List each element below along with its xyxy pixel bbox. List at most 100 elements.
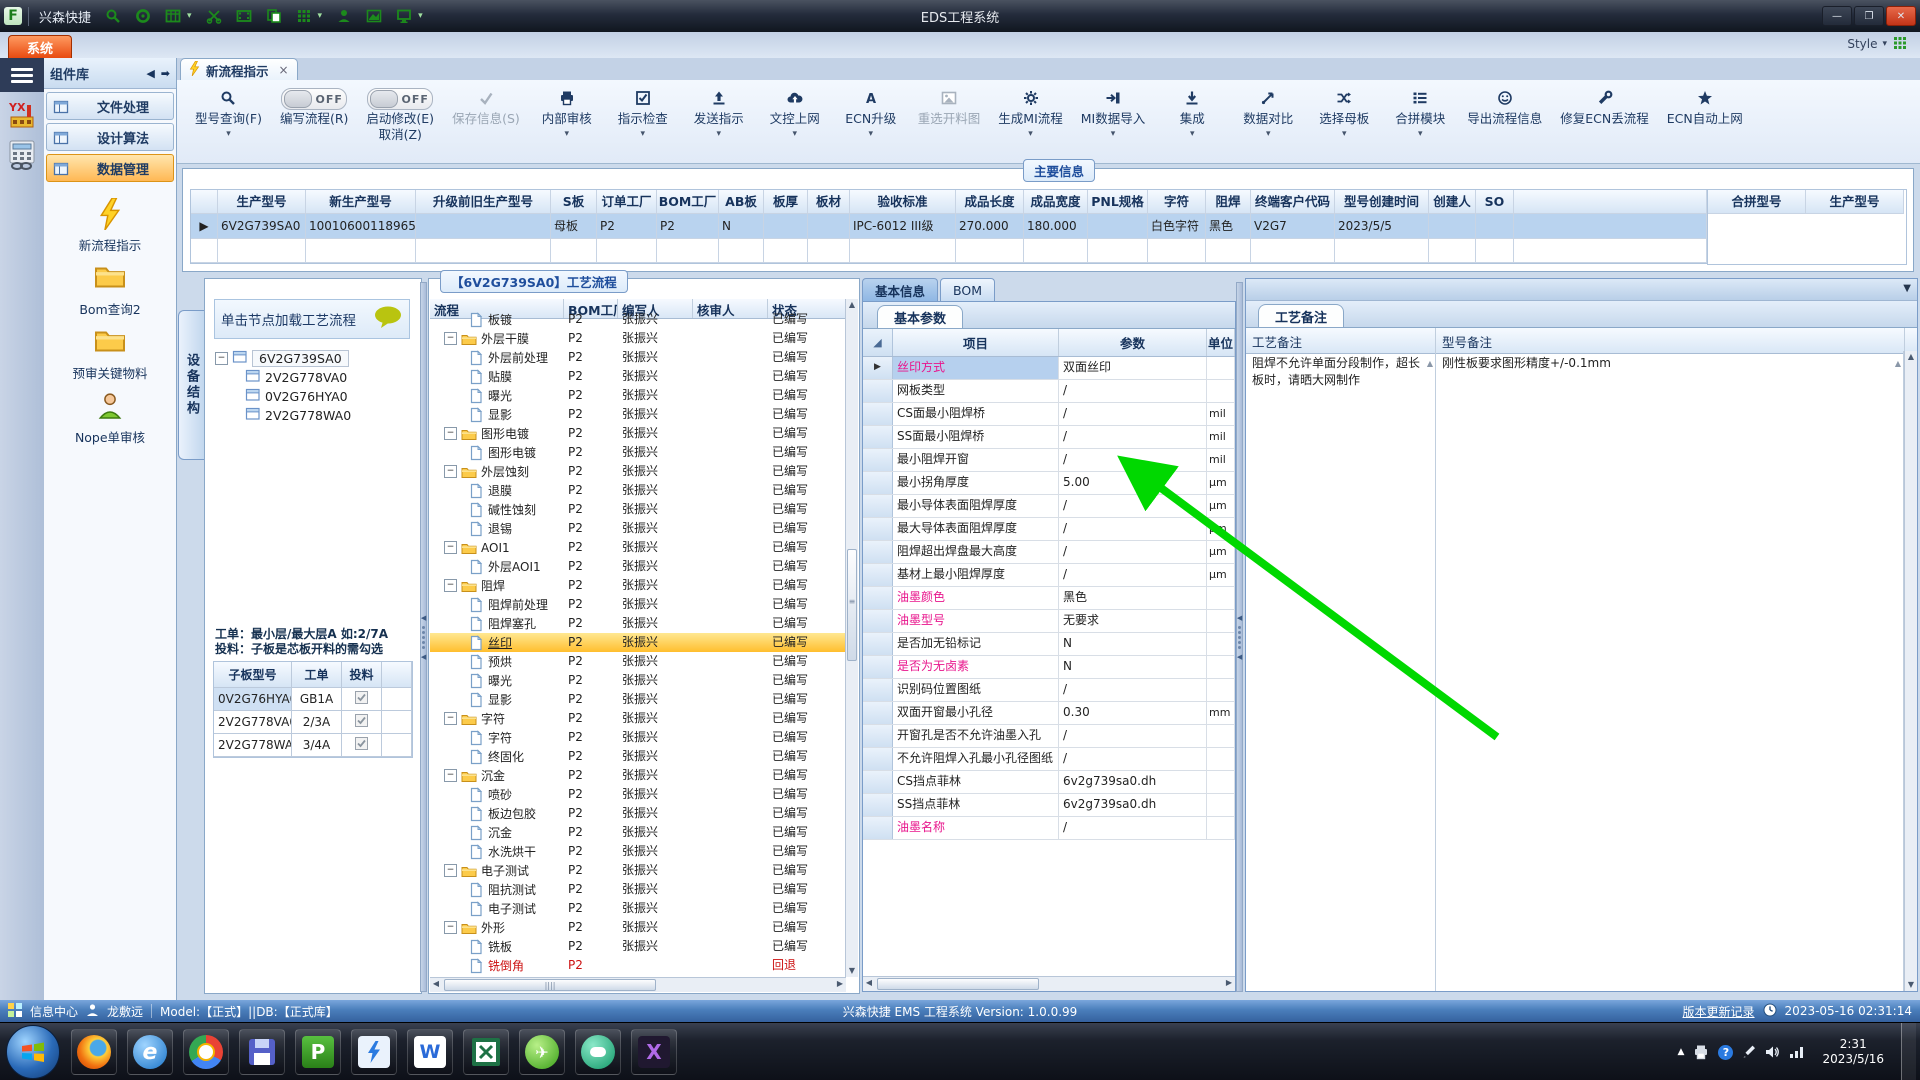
chevron-down-icon[interactable]: ▼ (1903, 283, 1911, 294)
collapse-icon[interactable]: − (444, 427, 457, 440)
param-row-最小导体表面阻焊厚度[interactable]: 最小导体表面阻焊厚度 / μm (863, 495, 1235, 518)
tray-expand-icon[interactable]: ▲ (1678, 1047, 1685, 1057)
scroll-up-icon[interactable]: ▲ (1427, 355, 1433, 372)
table-header-cell[interactable]: BOM工厂 (657, 190, 719, 214)
table-row[interactable]: ▶ 6V2G739SA0 10010600118965 母板 P2 P2 N IPC-6012… (191, 214, 1707, 239)
process-remark-cell[interactable]: 阻焊不允许单面分段制作，超长板时，请晒大网制作 ▲ (1246, 351, 1436, 991)
param-row-油墨颜色[interactable]: 油墨颜色 黑色 (863, 587, 1235, 610)
vertical-scrollbar[interactable]: ▲ ≡ ▼ (845, 299, 858, 977)
flow-row-退锡[interactable]: 退锡 P2 张振兴 已编写 (430, 519, 846, 538)
flow-row-阻焊前处理[interactable]: 阻焊前处理 P2 张振兴 已编写 (430, 595, 846, 614)
taskbar-icon-messenger[interactable] (575, 1029, 621, 1075)
table-icon[interactable] (165, 8, 181, 24)
model-remark-cell[interactable]: 刚性板要求图形精度+/-0.1mm ▲ (1436, 351, 1904, 991)
param-row-是否加无铅标记[interactable]: 是否加无铅标记 N (863, 633, 1235, 656)
param-row-CS挡点菲林[interactable]: CS挡点菲林 6v2g739sa0.dh (863, 771, 1235, 794)
tab-new-flow-instruction[interactable]: 新流程指示 × (180, 58, 298, 81)
update-log-link[interactable]: 版本更新记录 (1683, 1003, 1755, 1020)
collapse-icon[interactable]: − (444, 465, 457, 478)
ribbon-button-MI数据导入[interactable]: MI数据导入 ▾ (1072, 80, 1154, 141)
flow-row-电子测试[interactable]: − 电子测试 P2 张振兴 已编写 (430, 861, 846, 880)
ribbon-button-启动修改E[interactable]: OFF 启动修改(E) 取消(Z) (357, 80, 443, 143)
start-button[interactable] (6, 1025, 60, 1079)
chevron-down-icon[interactable]: ▾ (226, 127, 231, 141)
ribbon-button-集成[interactable]: 集成 ▾ (1154, 80, 1230, 141)
ribbon-button-内部审核[interactable]: 内部审核 ▾ (529, 80, 605, 141)
tool-item-Bom查询2[interactable]: Bom查询2 (79, 260, 141, 318)
taskbar-icon-green-app[interactable]: ✈ (519, 1029, 565, 1075)
chevron-down-icon[interactable]: ▾ (187, 11, 192, 21)
flow-row-铣板[interactable]: 铣板 P2 张振兴 已编写 (430, 937, 846, 956)
taskbar-icon-firefox[interactable] (71, 1029, 117, 1075)
ribbon-button-选择母板[interactable]: 选择母板 ▾ (1306, 80, 1382, 141)
param-row-最小拐角厚度[interactable]: 最小拐角厚度 5.00 μm (863, 472, 1235, 495)
table-header-cell[interactable]: 子板型号 (214, 662, 292, 688)
monitor-icon[interactable] (396, 8, 412, 24)
volume-icon[interactable] (1765, 1045, 1780, 1059)
copy-icon[interactable] (266, 8, 282, 24)
maximize-button[interactable]: ❐ (1854, 6, 1884, 26)
ribbon-button-文控上网[interactable]: 文控上网 ▾ (757, 80, 833, 141)
flow-row-外层干膜[interactable]: − 外层干膜 P2 张振兴 已编写 (430, 329, 846, 348)
style-dropdown[interactable]: Style ▾ (1847, 35, 1910, 53)
ribbon-button-发送指示[interactable]: 发送指示 ▾ (681, 80, 757, 141)
toggle-switch[interactable]: OFF (281, 88, 348, 110)
chevron-down-icon[interactable]: ▾ (565, 127, 570, 141)
remarks-column-header[interactable]: 工艺备注 (1246, 328, 1436, 353)
pen-icon[interactable] (1742, 1045, 1756, 1059)
collapse-icon[interactable]: − (215, 352, 228, 365)
grid-icon[interactable] (8, 1002, 22, 1020)
flow-row-字符[interactable]: − 字符 P2 张振兴 已编写 (430, 709, 846, 728)
param-row-丝印方式[interactable]: ▶ 丝印方式 双面丝印 (863, 357, 1235, 380)
table-row[interactable]: 0V2G76HYA0 GB1A (214, 688, 412, 711)
tree-node[interactable]: 2V2G778VA0 (215, 368, 411, 387)
chevron-down-icon[interactable]: ▾ (418, 11, 423, 21)
taskbar-icon-ie[interactable]: e (127, 1029, 173, 1075)
checkbox[interactable] (355, 691, 368, 707)
collapse-icon[interactable]: − (444, 579, 457, 592)
tree-node[interactable]: 2V2G778WA0 (215, 406, 411, 425)
tool-item-Nope单审核[interactable]: Nope单审核 (75, 388, 145, 446)
ribbon-button-导出流程信息[interactable]: 导出流程信息 (1458, 80, 1551, 141)
tool-item-新流程指示[interactable]: 新流程指示 (79, 196, 141, 254)
param-row-SS面最小阻焊桥[interactable]: SS面最小阻焊桥 / mil (863, 426, 1235, 449)
tab-close-icon[interactable]: × (279, 63, 289, 77)
param-row-CS面最小阻焊桥[interactable]: CS面最小阻焊桥 / mil (863, 403, 1235, 426)
info-center-label[interactable]: 信息中心 (30, 1003, 78, 1020)
chevron-down-icon[interactable]: ▾ (1266, 127, 1271, 141)
close-button[interactable]: ✕ (1886, 6, 1916, 26)
param-row-识别码位置图纸[interactable]: 识别码位置图纸 / (863, 679, 1235, 702)
nav-back-icon[interactable]: ◀ (146, 67, 154, 80)
chevron-down-icon[interactable]: ▾ (1190, 127, 1195, 141)
remarks-column-header[interactable]: 型号备注 (1436, 328, 1905, 353)
chevron-down-icon[interactable]: ▾ (641, 127, 646, 141)
table-row[interactable]: 2V2G778WA03/4A (214, 734, 412, 757)
flow-row-退膜[interactable]: 退膜 P2 张振兴 已编写 (430, 481, 846, 500)
table-header-cell[interactable]: PNL规格 (1088, 190, 1148, 214)
ribbon-button-指示检查[interactable]: 指示检查 ▾ (605, 80, 681, 141)
flow-row-外层蚀刻[interactable]: − 外层蚀刻 P2 张振兴 已编写 (430, 462, 846, 481)
ribbon-button-ECN自动上网[interactable]: ECN自动上网 (1658, 80, 1752, 141)
network-icon[interactable] (1789, 1045, 1805, 1059)
hamburger-menu-button[interactable] (0, 58, 44, 92)
param-row-最大导体表面阻焊厚度[interactable]: 最大导体表面阻焊厚度 / μm (863, 518, 1235, 541)
help-ring-icon[interactable] (135, 8, 151, 24)
collapse-icon[interactable]: − (444, 712, 457, 725)
table-header-cell[interactable]: 终端客户代码 (1251, 190, 1335, 214)
flow-row-外层前处理[interactable]: 外层前处理 P2 张振兴 已编写 (430, 348, 846, 367)
taskbar-icon-lightning-tool[interactable] (351, 1029, 397, 1075)
chevron-down-icon[interactable]: ▾ (318, 11, 323, 21)
vertical-scrollbar[interactable]: ▲ ▼ (1904, 351, 1917, 991)
film-icon[interactable] (236, 8, 252, 24)
taskbar-icon-browser[interactable] (183, 1029, 229, 1075)
taskbar-icon-wps[interactable]: W (407, 1029, 453, 1075)
tool-item-预审关键物料[interactable]: 预审关键物料 (72, 324, 148, 382)
user-icon[interactable] (336, 8, 352, 24)
collapse-icon[interactable]: − (444, 864, 457, 877)
param-row-最小阻焊开窗[interactable]: 最小阻焊开窗 / mil (863, 449, 1235, 472)
taskbar-icon-pcb-tool[interactable]: P (295, 1029, 341, 1075)
param-column-header[interactable]: 单位 (1207, 329, 1235, 356)
toggle-switch[interactable]: OFF (367, 88, 434, 110)
tree-node[interactable]: 0V2G76HYA0 (215, 387, 411, 406)
show-desktop-button[interactable] (1901, 1023, 1916, 1080)
